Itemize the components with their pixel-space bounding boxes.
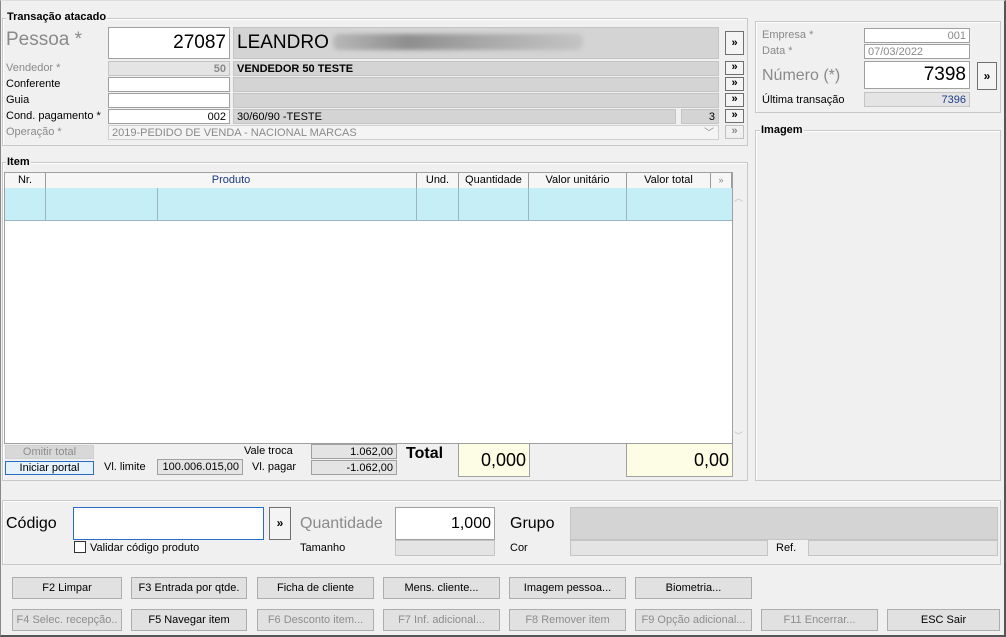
ref-field	[808, 540, 998, 556]
ficha-cliente-button[interactable]: Ficha de cliente	[257, 577, 374, 599]
ultima-transacao-field: 7396	[864, 92, 970, 107]
f9-opcao-adicional-button[interactable]: F9 Opção adicional...	[635, 609, 752, 631]
cond-pagamento-name-field: 30/60/90 -TESTE	[233, 109, 676, 124]
numero-field[interactable]: 7398	[864, 61, 970, 89]
conferente-field[interactable]	[108, 77, 230, 92]
col-produto[interactable]: Produto	[46, 173, 417, 188]
vl-limite-label: Vl. limite	[104, 461, 146, 473]
cor-label: Cor	[510, 542, 528, 554]
codigo-lookup-button[interactable]: »	[269, 507, 291, 540]
mens-cliente-button[interactable]: Mens. cliente...	[383, 577, 500, 599]
validar-label: Validar código produto	[90, 542, 200, 554]
guia-lookup-button[interactable]: »	[725, 93, 744, 107]
row-cell-valor-total	[627, 188, 734, 220]
scroll-up-icon[interactable]: ︿	[734, 191, 743, 204]
pessoa-name-text: LEANDRO	[237, 32, 329, 53]
conferente-label: Conferente	[6, 78, 61, 90]
vendedor-lookup-button[interactable]: »	[725, 61, 744, 75]
imagem-title: Imagem	[760, 124, 804, 136]
empresa-field[interactable]: 001	[864, 28, 970, 43]
pessoa-label: Pessoa *	[6, 29, 83, 50]
transacao-title: Transação atacado	[6, 11, 108, 23]
codigo-input[interactable]	[73, 507, 264, 540]
guia-field[interactable]	[108, 93, 230, 108]
f11-encerrar-button[interactable]: F11 Encerrar...	[761, 609, 878, 631]
f6-desconto-item-button[interactable]: F6 Desconto item...	[257, 609, 374, 631]
table-row[interactable]	[5, 188, 732, 221]
vendedor-label: Vendedor *	[6, 62, 61, 74]
col-nr[interactable]: Nr.	[5, 173, 46, 188]
operacao-label: Operação *	[6, 126, 62, 138]
grupo-label: Grupo	[510, 515, 555, 532]
vendedor-code-field[interactable]: 50	[108, 61, 230, 76]
ultima-transacao-label: Última transação	[762, 94, 845, 106]
omitir-total-button[interactable]: Omitir total	[5, 445, 94, 459]
pessoa-name-blurred	[333, 34, 583, 50]
numero-lookup-button[interactable]: »	[977, 62, 997, 90]
iniciar-portal-button[interactable]: Iniciar portal	[5, 461, 94, 475]
biometria-button[interactable]: Biometria...	[635, 577, 752, 599]
pessoa-code-field[interactable]: 27087	[108, 27, 230, 59]
vale-troca-field: 1.062,00	[311, 444, 397, 459]
vendedor-name-field: VENDEDOR 50 TESTE	[233, 61, 719, 76]
total-label: Total	[406, 445, 444, 462]
operacao-select[interactable]: 2019-PEDIDO DE VENDA - NACIONAL MARCAS	[108, 125, 719, 140]
conferente-lookup-button[interactable]: »	[725, 77, 744, 91]
vl-limite-field: 100.006.015,00	[157, 459, 243, 475]
numero-label: Número (*)	[762, 67, 841, 84]
col-valor-total[interactable]: Valor total	[627, 173, 711, 188]
column-chooser-icon[interactable]: »	[711, 173, 732, 188]
cor-field	[570, 540, 768, 556]
grupo-field	[570, 507, 998, 540]
guia-label: Guia	[6, 94, 30, 106]
operacao-select-value: 2019-PEDIDO DE VENDA - NACIONAL MARCAS	[112, 127, 357, 139]
vl-pagar-label: Vl. pagar	[252, 461, 297, 473]
validar-checkbox[interactable]	[74, 541, 86, 553]
imagem-pessoa-button[interactable]: Imagem pessoa...	[509, 577, 626, 599]
grid-header: Nr. Produto Und. Quantidade Valor unitár…	[5, 173, 732, 188]
cond-pagamento-label: Cond. pagamento *	[6, 110, 101, 122]
f8-remover-item-button[interactable]: F8 Remover item	[509, 609, 626, 631]
tamanho-field	[395, 540, 495, 556]
row-cell-produto-b	[158, 188, 417, 220]
col-valor-unitario[interactable]: Valor unitário	[529, 173, 627, 188]
col-quantidade[interactable]: Quantidade	[459, 173, 529, 188]
quantidade-label: Quantidade	[300, 515, 383, 532]
items-grid[interactable]: Nr. Produto Und. Quantidade Valor unitár…	[4, 172, 743, 444]
quantidade-input[interactable]: 1,000	[395, 507, 495, 540]
f3-entrada-qtde-button[interactable]: F3 Entrada por qtde.	[131, 577, 247, 599]
data-field[interactable]: 07/03/2022	[864, 44, 970, 59]
operacao-lookup-button[interactable]: »	[725, 125, 744, 139]
row-cell-produto-a	[46, 188, 158, 220]
cond-pagamento-count-field: 3	[681, 109, 719, 124]
item-title: Item	[6, 156, 31, 168]
cond-pagamento-code-field[interactable]: 002	[108, 109, 230, 124]
vale-troca-label: Vale troca	[244, 445, 293, 457]
data-label: Data *	[762, 45, 793, 57]
row-cell-valor-unitario	[529, 188, 627, 220]
cond-pagamento-lookup-button[interactable]: »	[725, 109, 744, 123]
scroll-down-icon[interactable]: ﹀	[734, 429, 743, 442]
codigo-label: Código	[6, 515, 57, 532]
chevron-down-icon[interactable]: ﹀	[704, 124, 714, 139]
vl-pagar-field: -1.062,00	[311, 460, 397, 475]
esc-sair-button[interactable]: ESC Sair	[887, 609, 1000, 631]
total-valor-field: 0,00	[626, 443, 733, 477]
pessoa-lookup-button[interactable]: »	[725, 31, 744, 55]
f5-navegar-item-button[interactable]: F5 Navegar item	[131, 609, 247, 631]
col-und[interactable]: Und.	[417, 173, 459, 188]
tamanho-label: Tamanho	[300, 542, 346, 554]
row-cell-quantidade	[459, 188, 529, 220]
f7-inf-adicional-button[interactable]: F7 Inf. adicional...	[383, 609, 500, 631]
conferente-name-field	[233, 77, 719, 92]
empresa-label: Empresa *	[762, 29, 814, 41]
f4-selec-recepcao-button[interactable]: F4 Selec. recepção..	[12, 609, 122, 631]
row-cell-nr	[5, 188, 46, 220]
imagem-group	[755, 130, 1001, 481]
total-quantidade-field: 0,000	[458, 443, 530, 477]
guia-name-field	[233, 93, 719, 108]
f2-limpar-button[interactable]: F2 Limpar	[12, 577, 122, 599]
ref-label: Ref.	[776, 542, 797, 554]
row-cell-und	[417, 188, 459, 220]
